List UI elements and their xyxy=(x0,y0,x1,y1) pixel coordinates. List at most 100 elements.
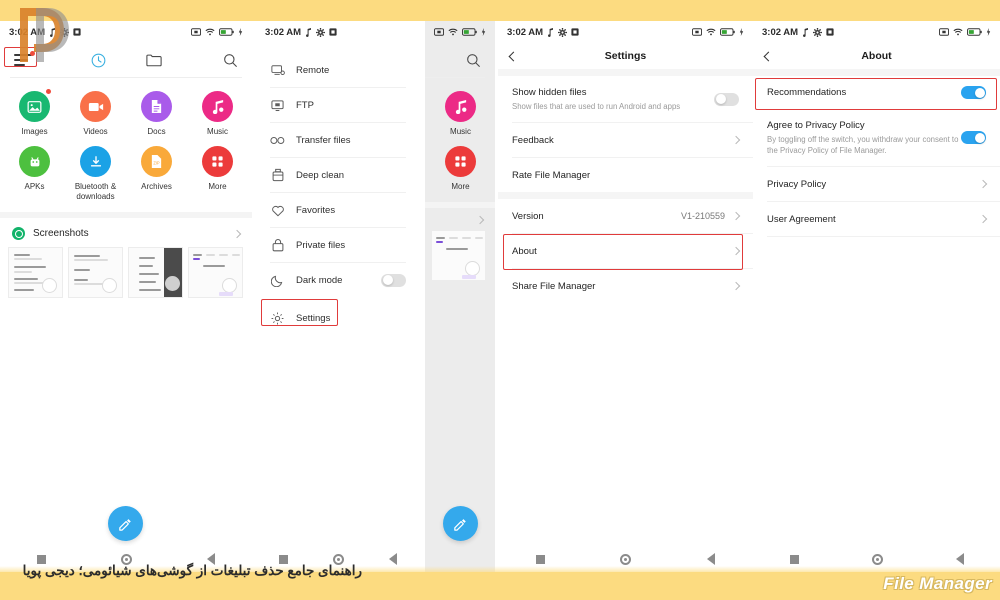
battery-icon xyxy=(967,28,982,36)
wifi-icon xyxy=(953,28,963,36)
settings-row-feedback[interactable]: Feedback xyxy=(498,123,753,157)
settings-row-rate-file-manager[interactable]: Rate File Manager xyxy=(498,158,753,192)
screenshot-thumbnail[interactable] xyxy=(425,230,426,281)
status-bar-left: 3:02 AM xyxy=(9,27,81,38)
screenshot-thumbnail[interactable] xyxy=(68,247,123,298)
remote-screen-icon xyxy=(270,63,285,78)
menu-item-favorites[interactable]: Favorites xyxy=(256,193,420,227)
screenshot-thumbnail[interactable] xyxy=(8,247,63,298)
nav-back-icon[interactable] xyxy=(955,553,964,565)
search-icon[interactable] xyxy=(466,53,481,68)
toolbar-folder-slot xyxy=(126,53,182,67)
chevron-right-icon xyxy=(978,214,988,224)
screenshots-section-header[interactable]: Screenshots xyxy=(0,218,252,247)
dark-mode-toggle[interactable] xyxy=(381,273,406,287)
status-bar-right xyxy=(939,28,991,36)
about-row-agree-privacy-policy[interactable]: Agree to Privacy Policy By toggling off … xyxy=(753,109,1000,166)
persian-caption: راهنمای جامع حذف تبلیغات از گوشی‌های شیا… xyxy=(22,563,362,578)
menu-item-ftp[interactable]: FTP xyxy=(256,88,420,122)
settings-row-version[interactable]: Version V1-210559 xyxy=(498,199,753,233)
about-row-privacy-policy[interactable]: Privacy Policy xyxy=(753,167,1000,201)
battery-icon xyxy=(462,28,477,36)
row-text: Feedback xyxy=(512,134,733,147)
document-icon xyxy=(141,91,172,122)
menu-item-deep-clean[interactable]: Deep clean xyxy=(256,158,420,192)
menu-item-label: FTP xyxy=(296,99,314,111)
wifi-icon xyxy=(205,28,215,36)
page-title: Settings xyxy=(604,50,647,62)
music-note-icon xyxy=(802,27,809,37)
clean-fab-button[interactable] xyxy=(108,506,143,541)
row-title: Feedback xyxy=(512,134,554,146)
music-note-icon xyxy=(305,27,312,37)
menu-item-remote[interactable]: Remote xyxy=(256,53,420,87)
category-item[interactable]: ZIP Archives xyxy=(126,146,187,202)
panel-settings: 3:02 AM Settings Show hidden files Show … xyxy=(498,21,753,572)
settings-row-share-file-manager[interactable]: Share File Manager xyxy=(498,269,753,303)
category-item[interactable]: Music xyxy=(187,91,248,137)
category-item[interactable]: Videos xyxy=(65,91,126,137)
show-hidden-files-toggle[interactable] xyxy=(714,92,739,106)
chevron-right-icon xyxy=(731,281,741,291)
row-text: About xyxy=(512,245,733,258)
menu-item-private-files[interactable]: Private files xyxy=(256,228,420,262)
status-bar-left: 3:02 AM xyxy=(265,27,337,38)
clock-history-icon[interactable] xyxy=(91,53,106,68)
settings-row-about[interactable]: About xyxy=(498,234,753,268)
status-bar-right xyxy=(191,28,243,36)
wifi-icon xyxy=(448,28,458,36)
nav-back-icon[interactable] xyxy=(389,553,398,565)
grid-more-icon xyxy=(445,146,476,177)
menu-item-settings[interactable]: Settings xyxy=(256,301,420,335)
settings-row-show-hidden-files[interactable]: Show hidden files Show files that are us… xyxy=(498,76,753,122)
row-text: Recommendations xyxy=(767,86,961,99)
nav-home-icon[interactable] xyxy=(620,553,632,565)
screenshot-thumbnail[interactable] xyxy=(431,230,486,281)
status-bar-right xyxy=(692,28,744,36)
about-row-user-agreement[interactable]: User Agreement xyxy=(753,202,1000,236)
search-icon[interactable] xyxy=(223,53,238,68)
music-icon xyxy=(202,91,233,122)
category-item[interactable]: Bluetooth & downloads xyxy=(65,146,126,202)
hamburger-menu-icon[interactable] xyxy=(14,51,35,67)
category-item[interactable]: More xyxy=(187,146,248,202)
home-toolbar xyxy=(0,43,252,77)
grid-more-icon xyxy=(202,146,233,177)
chevron-right-icon xyxy=(475,215,485,225)
row-text: Show hidden files Show files that are us… xyxy=(512,86,714,112)
status-bar-left: 3:02 AM xyxy=(507,27,579,38)
row-title: Version xyxy=(512,210,544,222)
category-item[interactable]: APKs xyxy=(4,146,65,202)
nav-recents-icon[interactable] xyxy=(789,554,799,564)
screenshot-thumbnail[interactable] xyxy=(128,247,183,298)
zip-icon: ZIP xyxy=(141,146,172,177)
folder-icon[interactable] xyxy=(146,53,162,67)
clean-fab-button[interactable] xyxy=(443,506,478,541)
svg-text:ZIP: ZIP xyxy=(153,160,160,165)
category-item[interactable]: Music xyxy=(430,91,491,137)
status-time: 3:02 AM xyxy=(762,26,799,38)
row-text: User Agreement xyxy=(767,213,980,226)
row-text: Version xyxy=(512,210,681,223)
status-bar: 3:02 AM xyxy=(0,21,252,43)
status-bar: 3:02 AM xyxy=(498,21,753,43)
nav-recents-icon[interactable] xyxy=(535,554,545,564)
menu-item-dark-mode[interactable]: Dark mode xyxy=(256,263,420,297)
battery-icon xyxy=(219,28,234,36)
screenshots-section-header[interactable] xyxy=(425,208,495,230)
menu-item-label: Settings xyxy=(296,312,331,324)
category-item[interactable]: Images xyxy=(4,89,65,137)
signal-icon xyxy=(739,28,744,36)
category-item[interactable]: Docs xyxy=(126,91,187,137)
screenshot-thumbnail[interactable] xyxy=(188,247,243,298)
category-item[interactable]: More xyxy=(430,146,491,192)
privacy-policy-toggle[interactable] xyxy=(961,131,986,144)
about-row-recommendations[interactable]: Recommendations xyxy=(753,76,1000,109)
menu-item-transfer-files[interactable]: Transfer files xyxy=(256,123,420,157)
nav-home-icon[interactable] xyxy=(871,553,883,565)
toolbar-left-slot xyxy=(14,51,70,67)
status-bar: 3:02 AM xyxy=(753,21,1000,43)
row-subtitle: By toggling off the switch, you withdraw… xyxy=(767,135,959,155)
nav-back-icon[interactable] xyxy=(707,553,716,565)
recommendations-toggle[interactable] xyxy=(961,86,986,99)
